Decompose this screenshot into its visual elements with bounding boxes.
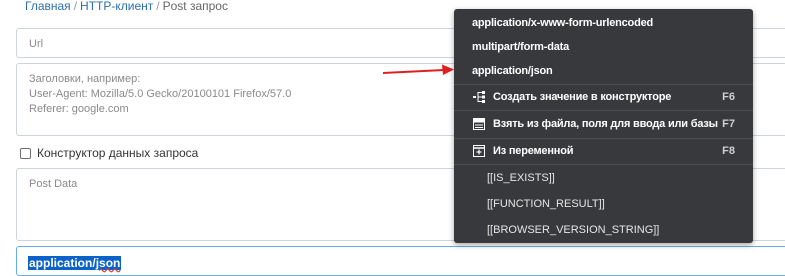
dropdown-item-label: application/x-www-form-urlencoded [472, 17, 654, 29]
headers-placeholder-line: User-Agent: Mozilla/5.0 Gecko/20100101 F… [29, 88, 292, 100]
breadcrumb-separator: / [156, 0, 160, 13]
dropdown-variable-item[interactable]: [[BROWSER_VERSION_STRING]] [454, 218, 753, 242]
content-type-value: application/json [28, 256, 122, 270]
content-type-value-part: application/ [29, 256, 96, 270]
dropdown-item-label: application/json [472, 65, 553, 77]
dropdown-item-label: multipart/form-data [472, 41, 570, 53]
dropdown-variable-item[interactable]: [[IS_EXISTS]] [454, 166, 753, 190]
variable-label: [[BROWSER_VERSION_STRING]] [487, 224, 660, 236]
breadcrumb-separator: / [73, 0, 78, 13]
content-type-value-part-misspelled: json [95, 256, 121, 270]
content-type-dropdown: application/x-www-form-urlencoded multip… [454, 9, 753, 243]
dropdown-item-label: Из переменной [493, 145, 574, 157]
url-placeholder: Url [29, 38, 44, 50]
breadcrumb: Главная / HTTP-клиент / Post запрос [25, 0, 228, 13]
constructor-checkbox-row[interactable]: Конструктор данных запроса [20, 146, 198, 160]
headers-placeholder-line: Заголовки, например: [29, 73, 141, 85]
shortcut-key: F6 [722, 91, 735, 103]
dropdown-item-json[interactable]: application/json [454, 59, 753, 83]
dropdown-item-urlencoded[interactable]: application/x-www-form-urlencoded [454, 11, 753, 35]
headers-placeholder: Заголовки, например: User-Agent: Mozilla… [29, 72, 291, 117]
red-arrow-annotation [382, 64, 454, 75]
shortcut-key: F7 [722, 118, 735, 130]
breadcrumb-home-link[interactable]: Главная [25, 0, 71, 13]
breadcrumb-current: Post запрос [162, 0, 228, 13]
dropdown-item-label: Создать значение в конструкторе [493, 91, 672, 103]
post-data-placeholder: Post Data [29, 178, 78, 190]
content-type-input[interactable]: application/json [16, 246, 785, 276]
breadcrumb-http-client-link[interactable]: HTTP-клиент [80, 0, 153, 13]
shortcut-key: F8 [722, 145, 735, 157]
dropdown-divider [454, 110, 753, 111]
dropdown-item-constructor[interactable]: Создать значение в конструкторе F6 [454, 85, 753, 109]
dropdown-divider [454, 164, 753, 165]
dropdown-item-label: Взять из файла, поля для ввода или базы [493, 118, 718, 130]
variable-label: [[FUNCTION_RESULT]] [487, 198, 605, 210]
dropdown-variable-item[interactable]: [[FUNCTION_RESULT]] [454, 192, 753, 216]
dropdown-item-form-data[interactable]: multipart/form-data [454, 35, 753, 59]
variable-label: [[IS_EXISTS]] [487, 172, 555, 184]
constructor-checkbox-label[interactable]: Конструктор данных запроса [37, 146, 198, 160]
file-data-icon [473, 118, 485, 130]
headers-placeholder-line: Referer: google.com [29, 103, 129, 115]
tree-structure-icon [473, 91, 485, 103]
constructor-checkbox[interactable] [20, 147, 31, 159]
dropdown-item-from-file[interactable]: Взять из файла, поля для ввода или базы … [454, 112, 753, 136]
variable-box-icon [473, 145, 485, 157]
dropdown-item-from-variable[interactable]: Из переменной F8 [454, 139, 753, 163]
